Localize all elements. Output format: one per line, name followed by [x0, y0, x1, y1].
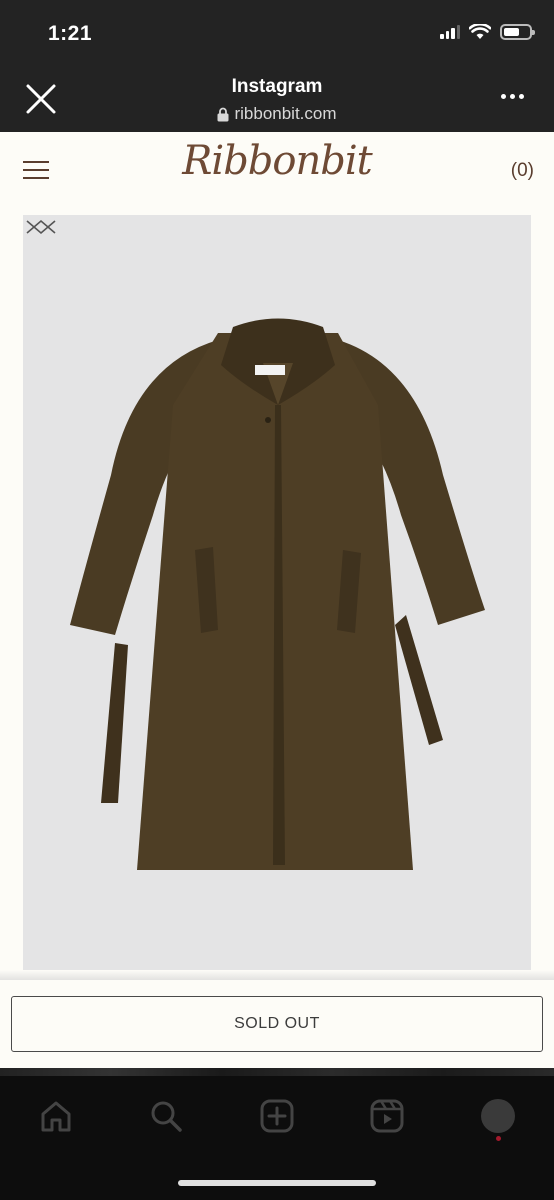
wifi-icon: [469, 24, 491, 39]
status-icons: [440, 24, 535, 40]
reels-icon[interactable]: [367, 1096, 407, 1136]
status-bar: 1:21: [0, 0, 554, 64]
browser-url[interactable]: ribbonbit.com: [0, 104, 554, 124]
search-icon[interactable]: [146, 1096, 186, 1136]
status-time: 1:21: [48, 22, 93, 45]
browser-header: Instagram ribbonbit.com: [0, 64, 554, 132]
divider: [0, 1068, 554, 1076]
lock-icon: [217, 107, 229, 121]
site-header: Ribbonbit (0): [0, 132, 554, 214]
browser-title: Instagram: [231, 76, 323, 97]
cellular-signal-icon: [440, 25, 460, 39]
chevron-down-icon[interactable]: [23, 215, 59, 239]
coat-illustration: [70, 318, 485, 870]
more-options-icon[interactable]: [501, 94, 524, 99]
home-icon[interactable]: [36, 1096, 76, 1136]
product-image[interactable]: [23, 215, 531, 977]
web-page: Ribbonbit (0) SOLD OUT: [0, 132, 554, 1068]
url-text: ribbonbit.com: [234, 104, 337, 123]
add-post-icon[interactable]: [257, 1096, 297, 1136]
cart-button[interactable]: (0): [511, 160, 534, 182]
profile-avatar[interactable]: [478, 1096, 518, 1136]
purchase-bar: SOLD OUT: [0, 980, 554, 1068]
home-indicator[interactable]: [178, 1180, 376, 1186]
avatar: [481, 1099, 515, 1133]
sold-out-button[interactable]: SOLD OUT: [11, 996, 543, 1052]
brand-logo[interactable]: Ribbonbit: [0, 138, 554, 184]
notification-dot: [496, 1136, 501, 1141]
battery-icon: [500, 24, 535, 40]
